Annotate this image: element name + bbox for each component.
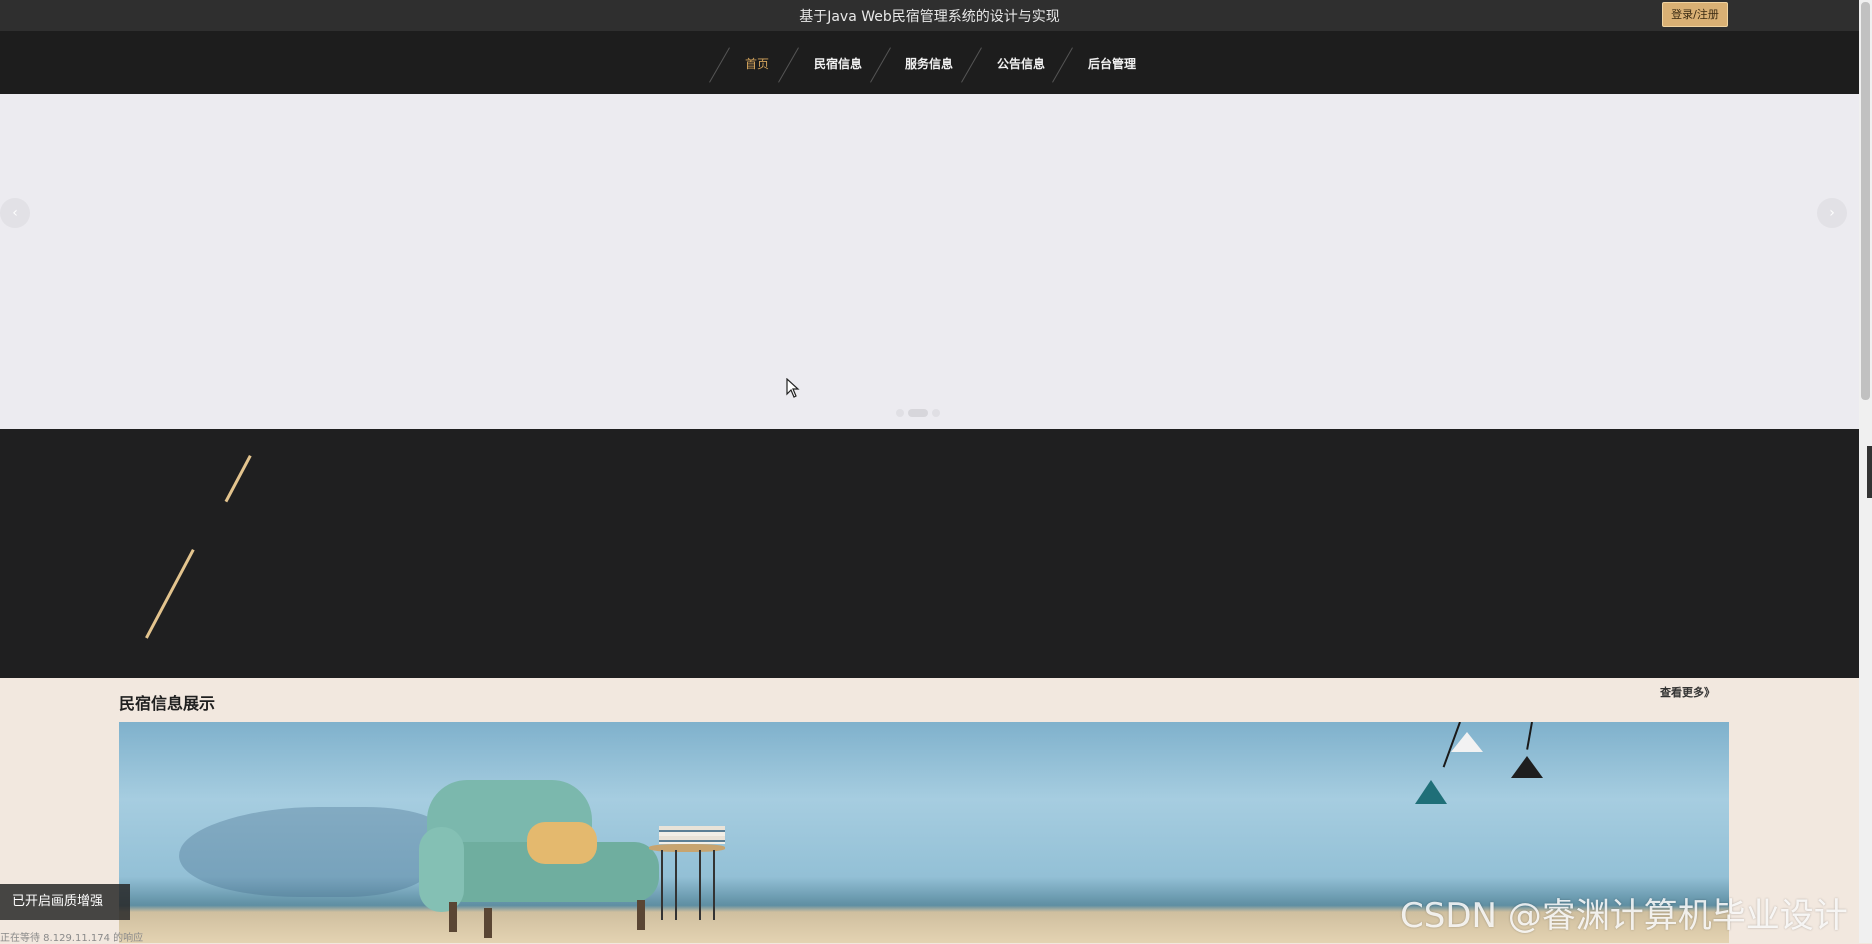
status-bar-url: 正在等待 8.129.11.174 的响应 xyxy=(0,933,144,944)
side-table-leg xyxy=(661,850,663,920)
nav-divider xyxy=(870,47,891,83)
carousel-dot-active[interactable] xyxy=(908,409,928,417)
side-table-leg xyxy=(713,850,715,920)
carousel-dot[interactable] xyxy=(932,409,940,417)
decor-line xyxy=(224,455,252,503)
sofa-shadow xyxy=(158,807,460,897)
nav-item-home[interactable]: 首页 xyxy=(745,55,769,72)
section-title: 民宿信息展示 xyxy=(119,694,216,713)
lamp-white xyxy=(1451,732,1483,752)
lamp-black xyxy=(1511,756,1543,778)
chevron-left-icon: ‹ xyxy=(12,205,18,221)
nav-divider xyxy=(1052,47,1073,83)
side-table-leg xyxy=(699,850,701,920)
site-title: 基于Java Web民宿管理系统的设计与实现 xyxy=(799,9,1060,25)
nav-divider xyxy=(778,47,799,83)
books xyxy=(659,826,725,844)
carousel-dot[interactable] xyxy=(896,409,904,417)
nav-item-service-info[interactable]: 服务信息 xyxy=(905,55,953,72)
sofa-leg xyxy=(637,900,645,930)
decorative-band xyxy=(0,429,1859,678)
scroll-thumb[interactable] xyxy=(1861,2,1870,400)
lamp-wire xyxy=(1526,722,1533,750)
watermark-text: CSDN @睿渊计算机毕业设计 xyxy=(1400,896,1848,936)
nav-item-homestay-info[interactable]: 民宿信息 xyxy=(814,55,862,72)
pillow xyxy=(527,822,597,864)
carousel-prev-button[interactable]: ‹ xyxy=(0,198,30,228)
side-table-leg xyxy=(675,850,677,920)
carousel-next-button[interactable]: › xyxy=(1817,198,1847,228)
nav-item-admin[interactable]: 后台管理 xyxy=(1088,55,1136,72)
view-more-link[interactable]: 查看更多》 xyxy=(1660,684,1715,700)
sofa-arm xyxy=(419,827,464,912)
nav-item-notice-info[interactable]: 公告信息 xyxy=(997,55,1045,72)
decor-line xyxy=(145,549,195,639)
side-tab[interactable] xyxy=(1867,446,1872,498)
sofa-leg xyxy=(484,908,492,938)
sofa-leg xyxy=(449,902,457,932)
nav-divider xyxy=(709,47,730,83)
chevron-right-icon: › xyxy=(1829,205,1835,221)
login-register-button[interactable]: 登录/注册 xyxy=(1662,2,1728,27)
banner-carousel: ‹ › xyxy=(0,94,1859,429)
mouse-cursor-icon xyxy=(786,378,800,398)
enhance-badge: 已开启画质增强 xyxy=(0,884,130,920)
lamp-teal xyxy=(1415,780,1447,804)
top-bar: 基于Java Web民宿管理系统的设计与实现 登录/注册 xyxy=(0,0,1859,31)
nav-divider xyxy=(961,47,982,83)
main-nav: 首页 民宿信息 服务信息 公告信息 后台管理 xyxy=(0,31,1859,94)
carousel-indicators xyxy=(896,409,940,417)
